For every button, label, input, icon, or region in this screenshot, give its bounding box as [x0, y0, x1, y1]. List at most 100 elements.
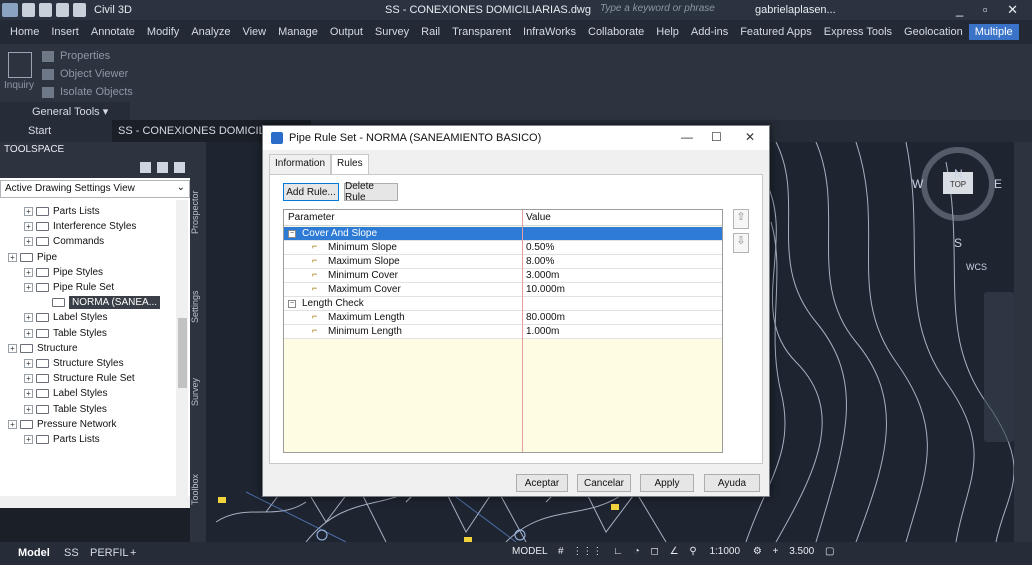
user-account[interactable]: gabrielaplasen... [755, 4, 836, 16]
gear-icon[interactable]: ⚙ [753, 546, 762, 557]
grid-icon[interactable]: # [558, 546, 564, 557]
print-icon[interactable] [56, 3, 69, 17]
annotation-scale[interactable]: 1:1000 [709, 546, 740, 557]
general-tools-panel[interactable]: General Tools ▾ [0, 102, 130, 120]
menu-transparent[interactable]: Transparent [452, 26, 511, 38]
cancel-button[interactable]: Cancelar [577, 474, 631, 492]
collapse-icon[interactable]: − [288, 300, 296, 308]
tree-item[interactable]: + Pipe Rule Set [24, 280, 114, 295]
list-view-icon[interactable] [157, 162, 168, 173]
expand-icon[interactable]: + [24, 374, 33, 384]
model-space-toggle[interactable]: MODEL [512, 546, 547, 557]
app-icon[interactable] [2, 3, 18, 17]
menu-add-ins[interactable]: Add-ins [691, 26, 728, 38]
tree-item[interactable]: + Label Styles [24, 310, 107, 325]
expand-icon[interactable]: + [8, 419, 17, 429]
expand-icon[interactable]: + [24, 404, 33, 414]
menu-home[interactable]: Home [10, 26, 39, 38]
annotation-icon[interactable]: ⚲ [689, 546, 696, 557]
menu-infraworks[interactable]: InfraWorks [523, 26, 576, 38]
menu-collaborate[interactable]: Collaborate [588, 26, 644, 38]
expand-icon[interactable]: + [24, 313, 33, 323]
viewcube-east[interactable]: E [994, 177, 1002, 191]
rule-parameter-row[interactable]: ⌐ Maximum Cover 10.000m [284, 283, 722, 297]
viewcube-south[interactable]: S [954, 236, 962, 250]
tab-toolbox[interactable]: Toolbox [190, 467, 206, 512]
tree-item[interactable]: + Label Styles [24, 386, 107, 401]
apply-button[interactable]: Apply [640, 474, 694, 492]
tree-item[interactable]: + Pressure Network [8, 417, 116, 432]
menu-modify[interactable]: Modify [147, 26, 179, 38]
delete-rule-button[interactable]: Delete Rule [344, 181, 398, 203]
minimize-icon[interactable]: — [681, 130, 693, 144]
tree-item[interactable]: + Structure Rule Set [24, 371, 135, 386]
expand-icon[interactable]: + [24, 207, 33, 216]
menu-analyze[interactable]: Analyze [191, 26, 230, 38]
expand-icon[interactable]: + [24, 359, 33, 368]
parameter-value[interactable]: 0.50% [526, 242, 554, 253]
tree-item[interactable]: NORMA (SANEA... [40, 295, 161, 310]
expand-icon[interactable] [40, 298, 49, 307]
help-button[interactable]: Ayuda [704, 474, 760, 492]
tree-horizontal-scrollbar[interactable] [0, 496, 190, 508]
otrack-icon[interactable]: ∠ [670, 546, 679, 557]
tab-start[interactable]: Start [28, 125, 51, 137]
plus-icon[interactable]: + [773, 546, 779, 557]
tab-settings[interactable]: Settings [190, 282, 206, 332]
tab-prospector[interactable]: Prospector [190, 182, 206, 242]
expand-icon[interactable]: + [24, 222, 33, 232]
tab-model[interactable]: Model [18, 547, 50, 559]
rule-parameter-row[interactable]: ⌐ Minimum Cover 3.000m [284, 269, 722, 283]
fullscreen-icon[interactable]: ▢ [825, 546, 834, 557]
menu-help[interactable]: Help [656, 26, 679, 38]
tree-item[interactable]: + Table Styles [24, 326, 107, 341]
viewcube-north[interactable]: N [954, 167, 963, 181]
rule-parameter-row[interactable]: ⌐ Maximum Length 80.000m [284, 311, 722, 325]
tab-add[interactable]: + [130, 547, 136, 559]
move-down-button[interactable]: ⇩ [733, 233, 749, 253]
search-input[interactable]: Type a keyword or phrase [600, 3, 718, 17]
snap-icon[interactable]: ⋮⋮⋮ [572, 546, 602, 557]
menu-survey[interactable]: Survey [375, 26, 409, 38]
close-icon[interactable]: ✕ [745, 130, 755, 144]
tree-item[interactable]: + Structure [8, 341, 78, 356]
save-icon[interactable] [39, 3, 52, 17]
rule-parameter-row[interactable]: ⌐ Minimum Slope 0.50% [284, 241, 722, 255]
menu-featured-apps[interactable]: Featured Apps [740, 26, 812, 38]
rule-group-row[interactable]: − Length Check [284, 297, 722, 311]
tree-item[interactable]: + Parts Lists [24, 204, 100, 219]
parameter-value[interactable]: 1.000m [526, 326, 559, 337]
menu-rail[interactable]: Rail [421, 26, 440, 38]
expand-icon[interactable]: + [24, 237, 33, 247]
menu-multiple[interactable]: Multiple [968, 24, 1019, 40]
polar-icon[interactable]: ◔ [634, 546, 640, 557]
tree-item[interactable]: + Commands [24, 234, 104, 249]
right-toolbar[interactable] [1014, 142, 1032, 542]
viewcube-west[interactable]: W [912, 177, 924, 191]
ortho-icon[interactable]: ∟ [613, 546, 623, 557]
parameter-value[interactable]: 10.000m [526, 284, 565, 295]
open-icon[interactable] [22, 3, 35, 17]
tree-item[interactable]: + Table Styles [24, 402, 107, 417]
isolate-objects-button[interactable]: Isolate Objects [42, 86, 133, 98]
viewcube-wcs[interactable]: WCS [966, 262, 987, 272]
tree-item[interactable]: + Interference Styles [24, 219, 136, 234]
menu-view[interactable]: View [242, 26, 266, 38]
item-view-icon[interactable] [140, 162, 151, 173]
workspace-selector[interactable]: Civil 3D [94, 4, 132, 16]
tab-perfil[interactable]: PERFIL [90, 547, 129, 559]
osnap-icon[interactable]: ◻ [651, 546, 659, 557]
expand-icon[interactable]: + [24, 328, 33, 338]
expand-icon[interactable]: + [24, 389, 33, 399]
move-up-button[interactable]: ⇧ [733, 209, 749, 229]
window-controls[interactable]: _ ▫ ✕ [956, 2, 1026, 18]
tree-item[interactable]: + Pipe [8, 250, 57, 265]
menu-express-tools[interactable]: Express Tools [824, 26, 892, 38]
expand-icon[interactable]: + [8, 252, 17, 262]
rule-parameter-row[interactable]: ⌐ Maximum Slope 8.00% [284, 255, 722, 269]
expand-icon[interactable]: + [24, 283, 33, 292]
tab-information[interactable]: Information [269, 154, 332, 174]
view-select[interactable]: Active Drawing Settings View ⌄ [0, 180, 190, 198]
tree-item[interactable]: + Pipe Styles [24, 265, 103, 280]
expand-icon[interactable]: + [24, 435, 33, 444]
